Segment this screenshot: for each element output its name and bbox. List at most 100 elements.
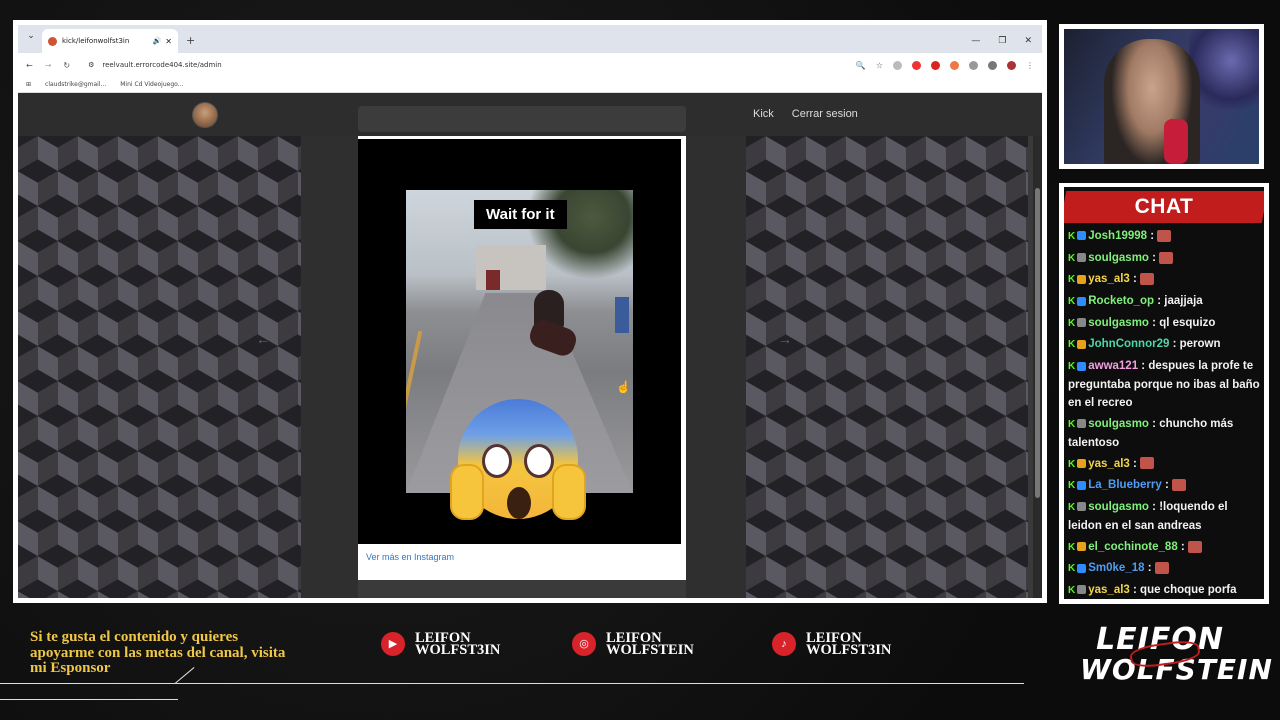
social-tiktok-name: LEIFON WOLFST3IN — [806, 631, 891, 658]
chat-text: jaajjaja — [1164, 295, 1203, 308]
bookmark-star-icon[interactable]: ☆ — [876, 61, 883, 70]
sponsor-text: Si te gusta el contenido y quieres apoya… — [30, 629, 286, 676]
kick-badge-icon: K — [1068, 418, 1076, 430]
chat-username[interactable]: yas_al3 — [1088, 273, 1130, 285]
chat-username[interactable]: Rocketo_op — [1088, 295, 1154, 307]
chat-separator: : — [1138, 360, 1149, 373]
nav-link-logout[interactable]: Cerrar sesion — [792, 108, 858, 120]
chat-message: Kel_cochinote_88 : — [1068, 538, 1262, 557]
chat-separator: : — [1148, 316, 1160, 329]
page-scrollbar[interactable] — [1033, 136, 1042, 598]
site-info-icon[interactable]: ⚙ — [88, 61, 94, 69]
chat-username[interactable]: Sm0ke_18 — [1088, 562, 1144, 574]
chat-separator: : — [1148, 500, 1160, 513]
chat-emote-icon — [1140, 457, 1155, 470]
cube-pattern-left — [18, 136, 301, 598]
footer-divider — [0, 683, 1024, 684]
speaker-icon[interactable]: 🔊 — [153, 37, 162, 45]
back-icon[interactable]: ← — [26, 61, 33, 70]
chat-message: Kyas_al3 : — [1068, 455, 1262, 474]
adblock-icon[interactable] — [912, 60, 921, 70]
user-badge-icon — [1077, 253, 1087, 263]
modal-header-ghost — [358, 106, 686, 132]
chat-separator: : — [1129, 583, 1141, 596]
user-badge-icon — [1077, 231, 1087, 241]
media-icon[interactable] — [988, 60, 997, 70]
chat-message: Ksoulgasmo : chuncho más talentoso — [1068, 415, 1262, 452]
site-logo-avatar[interactable] — [192, 102, 218, 128]
chat-username[interactable]: soulgasmo — [1088, 252, 1149, 264]
user-badge-icon — [1077, 585, 1087, 595]
dim-strip-right — [686, 136, 746, 598]
chat-username[interactable]: awwa121 — [1088, 360, 1138, 372]
zoom-icon[interactable]: 🔍 — [856, 61, 866, 70]
chat-separator: : — [1177, 540, 1188, 553]
kick-badge-icon: K — [1068, 458, 1076, 470]
chat-username[interactable]: yas_al3 — [1088, 458, 1130, 470]
kick-badge-icon: K — [1068, 274, 1076, 286]
minimize-icon[interactable]: — — [971, 36, 980, 46]
extension-icon[interactable] — [893, 60, 902, 70]
chat-username[interactable]: La_Blueberry — [1088, 479, 1162, 491]
emoji-eye-left — [482, 444, 512, 478]
chat-message: Kyas_al3 : — [1068, 270, 1262, 289]
close-window-icon[interactable]: ✕ — [1024, 36, 1032, 46]
chat-username[interactable]: Josh19998 — [1088, 230, 1147, 242]
tab-bar: ⌄ kick/leifonwolfst3in 🔊 ✕ + — ❐ ✕ — [18, 25, 1042, 53]
url-text: reelvault.errorcode404.site/admin — [102, 61, 222, 69]
social-youtube-line2: WOLFST3IN — [415, 642, 501, 658]
next-arrow-icon[interactable]: → — [778, 331, 792, 347]
user-badge-icon — [1077, 502, 1087, 512]
youtube-icon: ▶ — [381, 632, 405, 656]
puzzle-icon[interactable] — [969, 60, 978, 70]
nav-link-kick[interactable]: Kick — [753, 108, 774, 120]
menu-kebab-icon[interactable]: ⋮ — [1026, 61, 1034, 70]
video-player[interactable]: Wait for it ☝ — [358, 139, 681, 544]
tab-title: kick/leifonwolfst3in — [62, 37, 130, 45]
profile-avatar-icon[interactable] — [1007, 60, 1016, 70]
instagram-icon: ◎ — [572, 632, 596, 656]
chat-message: Ksoulgasmo : — [1068, 249, 1262, 268]
chat-username[interactable]: soulgasmo — [1088, 501, 1149, 513]
forward-icon[interactable]: → — [45, 61, 52, 70]
chat-separator: : — [1147, 230, 1158, 242]
opera-icon[interactable] — [931, 60, 940, 70]
kick-badge-icon: K — [1068, 584, 1076, 596]
tab-search-icon[interactable]: ⌄ — [24, 31, 38, 47]
chat-emote-icon — [1154, 562, 1169, 575]
instagram-embed: Wait for it ☝ Ver más en Instagram — [358, 136, 686, 580]
restore-icon[interactable]: ❐ — [998, 36, 1006, 46]
chat-username[interactable]: el_cochinote_88 — [1088, 541, 1177, 553]
kick-badge-icon: K — [1068, 317, 1076, 329]
new-tab-icon[interactable]: + — [186, 34, 195, 47]
chat-username[interactable]: soulgasmo — [1088, 317, 1149, 329]
instagram-link[interactable]: Ver más en Instagram — [366, 552, 454, 562]
hand-cursor-icon: ☝ — [616, 380, 631, 394]
user-badge-icon — [1077, 542, 1087, 552]
chat-emote-icon — [1171, 479, 1186, 492]
url-bar[interactable]: ⚙ reelvault.errorcode404.site/admin — [82, 56, 844, 74]
chat-separator: : — [1154, 295, 1165, 308]
chat-separator: : — [1148, 251, 1160, 264]
chat-username[interactable]: JohnConnor29 — [1088, 338, 1169, 350]
prev-arrow-icon[interactable]: ← — [256, 331, 270, 347]
social-youtube-name: LEIFON WOLFST3IN — [415, 631, 501, 658]
reload-icon[interactable]: ↻ — [63, 61, 70, 70]
chat-username[interactable]: yas_al3 — [1088, 584, 1130, 596]
kick-badge-icon: K — [1068, 296, 1076, 308]
kick-badge-icon: K — [1068, 541, 1076, 553]
motorbike-rider — [524, 290, 584, 360]
apps-grid-icon[interactable]: ⊞ — [26, 81, 31, 88]
browser-capture-frame: ⌄ kick/leifonwolfst3in 🔊 ✕ + — ❐ ✕ ← → ↻… — [13, 20, 1047, 603]
bookmark-minicd[interactable]: Mini Cd Videojuego... — [120, 81, 183, 88]
chat-emote-icon — [1140, 273, 1155, 286]
tab-close-icon[interactable]: ✕ — [165, 37, 172, 46]
user-badge-icon — [1077, 480, 1087, 490]
chat-message: K Rocketo_op : jaajjaja — [1068, 292, 1262, 311]
user-badge-icon — [1077, 563, 1087, 573]
bookmark-gmail[interactable]: claudstrike@gmail... — [45, 81, 106, 88]
metamask-icon[interactable] — [950, 60, 959, 70]
chat-username[interactable]: soulgasmo — [1088, 418, 1149, 430]
tab-active[interactable]: kick/leifonwolfst3in 🔊 ✕ — [42, 29, 178, 53]
scrollbar-thumb[interactable] — [1035, 188, 1040, 498]
